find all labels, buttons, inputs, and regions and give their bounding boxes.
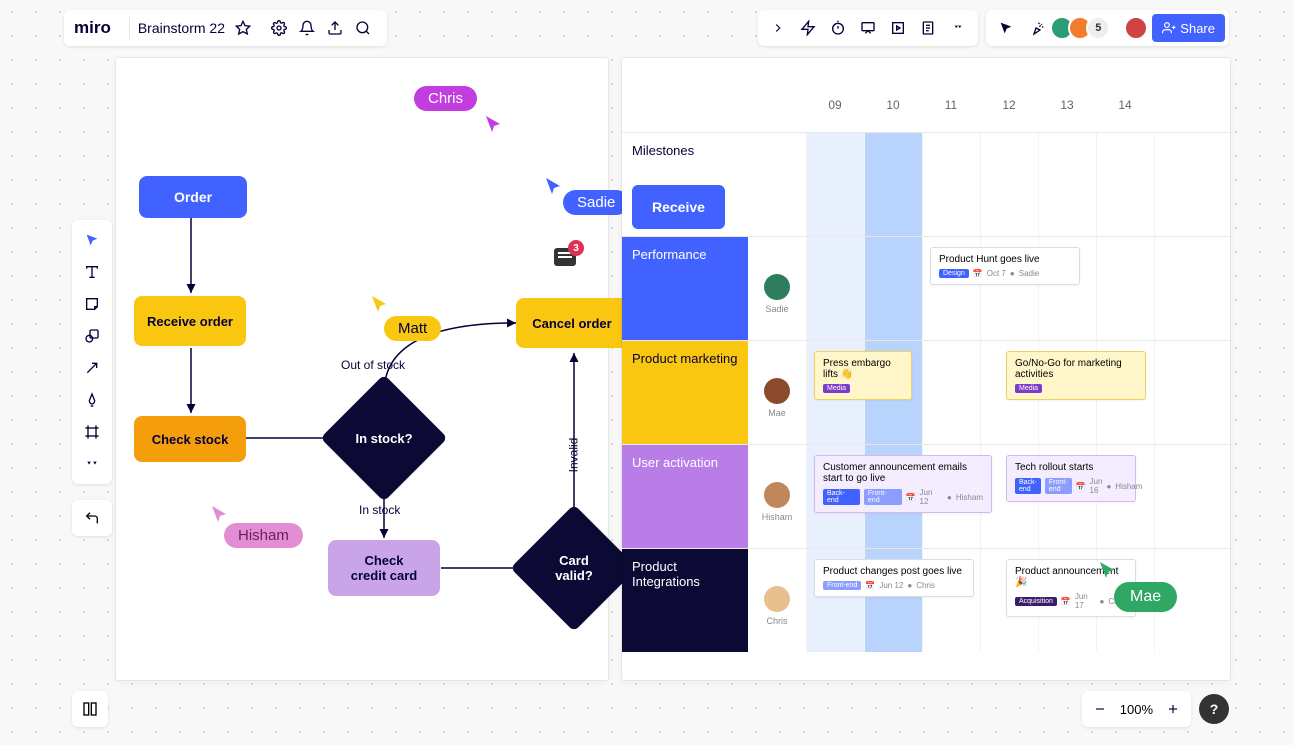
label-in-stock: In stock	[359, 503, 400, 517]
comment-badge: 3	[568, 240, 584, 256]
timer-icon[interactable]	[824, 14, 852, 42]
notes-icon[interactable]	[914, 14, 942, 42]
cursor-mode-icon[interactable]	[992, 14, 1020, 42]
timeline-card[interactable]: Product Hunt goes live Design 📅 Oct 7 ● …	[930, 247, 1080, 285]
sticky-tool[interactable]	[72, 288, 112, 320]
cursor-chris: Chris	[414, 86, 477, 111]
timeline-row[interactable]: User activation Hisham Customer announce…	[622, 444, 1230, 548]
timeline-card[interactable]: Go/No-Go for marketing activities Media	[1006, 351, 1146, 400]
search-icon[interactable]	[349, 14, 377, 42]
node-receive-order[interactable]: Receive order	[134, 296, 246, 346]
comment-thread[interactable]: 3	[554, 248, 576, 266]
cursor-matt: Matt	[384, 316, 441, 341]
board-name[interactable]: Brainstorm 22	[138, 20, 229, 36]
toolbar	[72, 220, 112, 484]
collaborator-avatars[interactable]: 5	[1056, 16, 1110, 40]
day-col: 14	[1096, 98, 1154, 126]
bell-icon[interactable]	[293, 14, 321, 42]
bolt-icon[interactable]	[794, 14, 822, 42]
settings-icon[interactable]	[265, 14, 293, 42]
row-label: Product Integrations	[622, 549, 748, 652]
timeline-card[interactable]: Press embargo lifts 👋 Media	[814, 351, 912, 400]
more-icon[interactable]	[944, 14, 972, 42]
node-order[interactable]: Order	[139, 176, 247, 218]
day-col: 11	[922, 98, 980, 126]
reactions-icon[interactable]	[1024, 14, 1052, 42]
node-in-stock-decision[interactable]: In stock?	[339, 393, 429, 483]
timeline-row-milestones[interactable]: Milestones Receive	[622, 132, 1230, 236]
row-label: Performance	[622, 237, 748, 340]
logo[interactable]: miro	[74, 18, 121, 38]
milestone-receive[interactable]: Receive	[632, 185, 725, 229]
expand-icon[interactable]	[764, 14, 792, 42]
label-out-of-stock: Out of stock	[341, 358, 405, 372]
label-invalid: Invalid	[566, 438, 580, 473]
timeline-row[interactable]: Performance Sadie Product Hunt goes live…	[622, 236, 1230, 340]
node-card-valid-decision[interactable]: Card valid?	[529, 523, 619, 613]
cursor-mae: Mae	[1114, 582, 1177, 612]
frame-tool[interactable]	[72, 416, 112, 448]
flowchart-frame[interactable]: Order Receive order Check stock Cancel o…	[116, 58, 608, 680]
day-col: 10	[864, 98, 922, 126]
timeline-row[interactable]: Product marketing Mae Press embargo lift…	[622, 340, 1230, 444]
day-col: 12	[980, 98, 1038, 126]
timeline-frame[interactable]: 09 10 11 12 13 14 Milestones Receive Per…	[622, 58, 1230, 680]
undo-button[interactable]	[72, 500, 112, 536]
arrow-tool[interactable]	[72, 352, 112, 384]
node-check-credit[interactable]: Check credit card	[328, 540, 440, 596]
row-label: Product marketing	[622, 341, 748, 444]
select-tool[interactable]	[72, 224, 112, 256]
avatar-count[interactable]: 5	[1086, 16, 1110, 40]
minimap-button[interactable]	[72, 691, 108, 727]
current-user-avatar[interactable]	[1124, 16, 1148, 40]
help-button[interactable]: ?	[1199, 694, 1229, 724]
timeline-card[interactable]: Tech rollout starts Back-endFront-end 📅 …	[1006, 455, 1136, 502]
day-col: 13	[1038, 98, 1096, 126]
day-col: 09	[806, 98, 864, 126]
timeline-header: 09 10 11 12 13 14	[622, 98, 1230, 126]
node-check-stock[interactable]: Check stock	[134, 416, 246, 462]
timeline-card[interactable]: Product changes post goes live Front-end…	[814, 559, 974, 597]
timeline-card[interactable]: Customer announcement emails start to go…	[814, 455, 992, 513]
cursor-hisham: Hisham	[224, 523, 303, 548]
node-cancel-order[interactable]: Cancel order	[516, 298, 628, 348]
share-button[interactable]: Share	[1152, 14, 1225, 42]
star-icon[interactable]	[229, 14, 257, 42]
pen-tool[interactable]	[72, 384, 112, 416]
upload-icon[interactable]	[321, 14, 349, 42]
row-label: User activation	[622, 445, 748, 548]
presentation-icon[interactable]	[854, 14, 882, 42]
frame-icon[interactable]	[884, 14, 912, 42]
zoom-in-button[interactable]	[1159, 695, 1187, 723]
zoom-level[interactable]: 100%	[1114, 702, 1159, 717]
shape-tool[interactable]	[72, 320, 112, 352]
more-tools[interactable]	[72, 448, 112, 480]
text-tool[interactable]	[72, 256, 112, 288]
zoom-out-button[interactable]	[1086, 695, 1114, 723]
cursor-sadie: Sadie	[563, 190, 629, 215]
